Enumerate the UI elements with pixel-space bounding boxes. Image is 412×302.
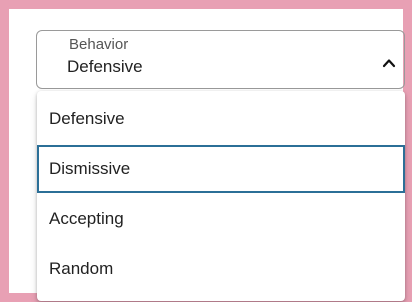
option-accepting[interactable]: Accepting bbox=[37, 195, 405, 243]
panel-frame: Behavior Defensive Defensive Dismissive … bbox=[0, 0, 412, 302]
behavior-select[interactable]: Behavior Defensive bbox=[36, 30, 405, 89]
behavior-options-menu: Defensive Dismissive Accepting Random bbox=[37, 91, 405, 301]
option-random[interactable]: Random bbox=[37, 245, 405, 293]
chevron-up-icon[interactable] bbox=[381, 55, 397, 71]
option-dismissive[interactable]: Dismissive bbox=[37, 145, 405, 193]
select-label: Behavior bbox=[61, 36, 137, 54]
option-defensive[interactable]: Defensive bbox=[37, 95, 405, 143]
select-value: Defensive bbox=[67, 57, 143, 76]
